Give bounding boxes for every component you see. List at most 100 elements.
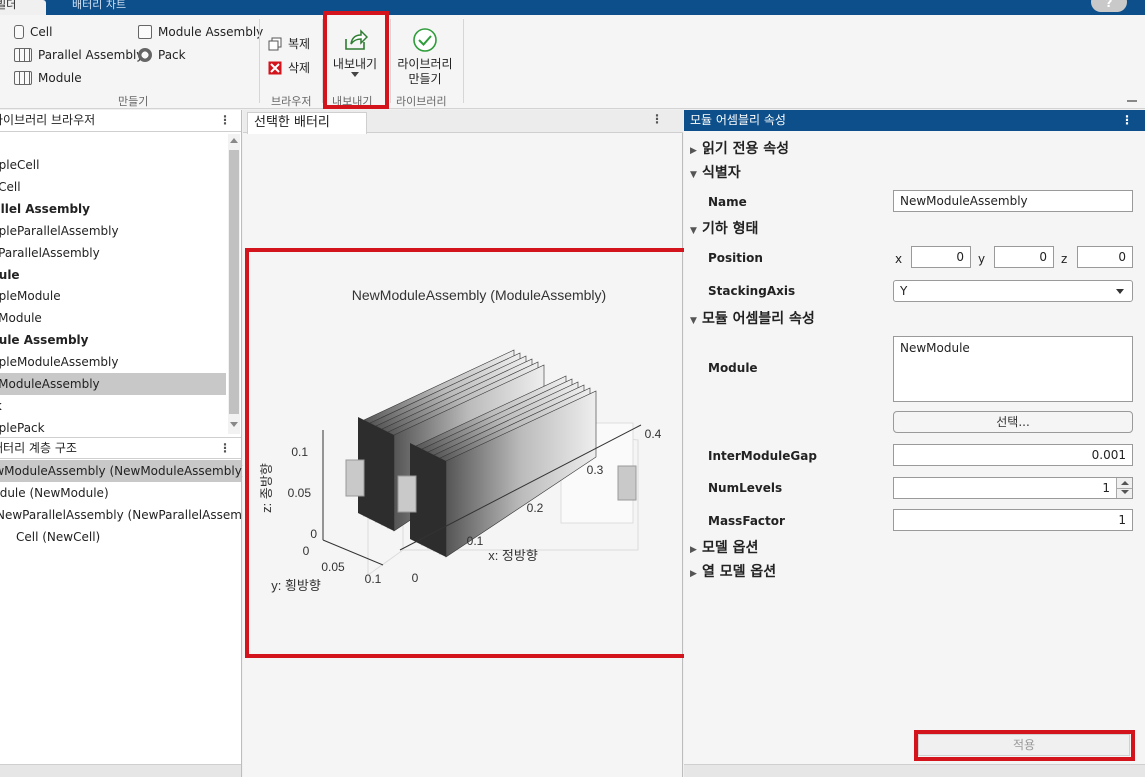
export-button[interactable]: 내보내기 (330, 27, 380, 78)
mass-factor-label: MassFactor (708, 514, 785, 528)
hierarchy-item[interactable]: Module (NewModule) (0, 482, 241, 504)
module-a-cell-edge (388, 432, 394, 531)
create-cell-button[interactable]: Cell (14, 25, 52, 39)
position-y-field[interactable]: 0 (994, 246, 1054, 268)
create-library-button[interactable]: 라이브러리 만들기 (392, 27, 458, 87)
browser-item-label: SampleParallelAssembly (0, 223, 119, 238)
hierarchy-item[interactable]: NewParallelAssembly (NewParallelAssembly… (0, 504, 265, 526)
more-options-icon[interactable]: ⋮ (219, 438, 231, 459)
caret-down-icon: ▼ (690, 170, 697, 180)
create-module-assembly-button[interactable]: Module Assembly (138, 25, 263, 39)
tab-battery-chart[interactable]: 배터리 차트 (72, 0, 126, 15)
browser-item[interactable]: NewParallelAssembly (0, 242, 226, 264)
browser-item[interactable]: SampleModule (0, 285, 226, 307)
ribbon-separator (463, 19, 464, 103)
properties-panel: 모듈 어셈블리 속성 ⋮ ▶ 읽기 전용 속성 ▼ 식별자 Name NewModu… (684, 110, 1145, 777)
num-levels-value: 1 (1102, 481, 1110, 495)
browser-item-label: NewModule (0, 311, 42, 326)
browser-item[interactable]: SampleParallelAssembly (0, 220, 226, 242)
battery-hierarchy-header: 배터리 계층 구조 ⋮ (0, 437, 241, 459)
delete-icon (268, 61, 282, 74)
create-pack-button[interactable]: Pack (138, 48, 186, 62)
section-readonly-properties[interactable]: ▶ 읽기 전용 속성 (690, 138, 789, 158)
browser-item[interactable]: NewModuleAssembly (0, 373, 226, 395)
plot-title: NewModuleAssembly (ModuleAssembly) (352, 287, 606, 303)
tab-selected-battery[interactable]: 선택한 배터리 (247, 112, 367, 134)
x-tick-label: 0.1 (467, 534, 484, 548)
browser-item-label: NewModuleAssembly (0, 377, 100, 391)
chevron-down-icon (1116, 289, 1124, 294)
module-list[interactable]: NewModule (893, 336, 1133, 402)
hierarchy-item-label: NewModuleAssembly (NewModuleAssembly) (0, 464, 247, 478)
browser-item-label: NewCell (0, 179, 21, 194)
section-module-assembly-properties[interactable]: ▼ 모듈 어셈블리 속성 (690, 308, 815, 328)
browser-item[interactable]: NewModule (0, 307, 226, 329)
hierarchy-item[interactable]: Cell (NewCell) (0, 526, 241, 548)
create-parallel-assembly-button[interactable]: Parallel Assembly (14, 48, 143, 62)
section-thermal-model-options[interactable]: ▶ 열 모델 옵션 (690, 561, 776, 581)
browser-scrollbar[interactable] (228, 134, 240, 434)
y-tick-label: 0.1 (365, 572, 382, 586)
library-browser-list: SampleCell NewCell Parallel Assembly Sample… (0, 134, 228, 446)
browser-category[interactable]: Module (0, 264, 226, 286)
section-identifier[interactable]: ▼ 식별자 (690, 162, 741, 182)
help-button[interactable]: ? (1091, 0, 1127, 12)
num-levels-label: NumLevels (708, 481, 783, 495)
group-label-browser: 브라우저 (271, 95, 312, 108)
select-module-button[interactable]: 선택... (893, 411, 1133, 433)
position-z-field[interactable]: 0 (1077, 246, 1133, 268)
stacking-axis-dropdown[interactable]: Y (893, 280, 1133, 302)
module-b-cell-edge (434, 455, 440, 554)
toolstrip-ribbon: Cell Parallel Assembly Module Module Ass… (0, 15, 1145, 109)
browser-category[interactable]: Pack (0, 395, 226, 417)
scrollbar-thumb[interactable] (229, 150, 239, 414)
section-model-options[interactable]: ▶ 모델 옵션 (690, 537, 758, 557)
hierarchy-item[interactable]: NewModuleAssembly (NewModuleAssembly) (0, 460, 246, 482)
module-a-cell-edge (364, 420, 370, 519)
inter-module-gap-field[interactable]: 0.001 (893, 444, 1133, 466)
section-geometry[interactable]: ▼ 기하 형태 (690, 218, 758, 238)
browser-item[interactable]: NewCell (0, 176, 226, 198)
apply-button[interactable]: 적용 (918, 734, 1130, 756)
x-tick-label: 0.4 (645, 427, 662, 441)
position-x-field[interactable]: 0 (911, 246, 971, 268)
inter-module-gap-label: InterModuleGap (708, 449, 817, 463)
browser-item[interactable]: SampleCell (0, 154, 226, 176)
create-module-button[interactable]: Module (14, 71, 82, 85)
delete-button[interactable]: 삭제 (268, 59, 310, 76)
name-field[interactable]: NewModuleAssembly (893, 190, 1133, 212)
browser-category[interactable]: Parallel Assembly (0, 198, 226, 220)
scroll-up-icon[interactable] (230, 138, 238, 143)
x-tick-label: 0 (412, 571, 419, 585)
browser-item-label: Module Assembly (0, 333, 89, 348)
more-options-icon[interactable]: ⋮ (651, 112, 663, 126)
module-a-cell-edge (376, 426, 382, 525)
center-tab-bar: 선택한 배터리 ⋮ (243, 110, 683, 134)
module-a-cell-edge (370, 423, 376, 522)
browser-item-label: SampleCell (0, 158, 40, 172)
duplicate-button[interactable]: 복제 (268, 35, 310, 52)
battery-3d-plot[interactable]: NewModuleAssembly (ModuleAssembly) x: 정방향… (243, 220, 683, 640)
mass-factor-field[interactable]: 1 (893, 509, 1133, 531)
browser-item-label: SamplePack (0, 420, 45, 435)
module-assembly-icon (138, 25, 152, 39)
browser-item[interactable]: SampleModuleAssembly (0, 351, 226, 373)
tab-builder[interactable]: 빌더 (0, 0, 46, 15)
browser-item[interactable]: SamplePack (0, 417, 226, 439)
right-status-bar (684, 764, 1145, 777)
stacking-axis-label: StackingAxis (708, 284, 796, 298)
more-options-icon[interactable]: ⋮ (1121, 110, 1133, 131)
caret-down-icon: ▼ (690, 226, 697, 236)
group-label-export: 내보내기 (332, 95, 373, 108)
parallel-assembly-icon (14, 48, 32, 62)
num-levels-stepper[interactable]: 1 (893, 477, 1133, 499)
more-options-icon[interactable]: ⋮ (219, 110, 231, 131)
spinner-divider (1116, 488, 1132, 489)
ribbon-separator (390, 19, 391, 103)
browser-category[interactable]: Module Assembly (0, 329, 226, 351)
library-browser-header: 라이브러리 브라우저 ⋮ (0, 110, 241, 132)
position-x-label: x (895, 252, 903, 266)
scroll-down-icon[interactable] (230, 422, 238, 427)
module-icon (14, 71, 32, 85)
collapse-ribbon-icon[interactable] (1127, 95, 1137, 102)
